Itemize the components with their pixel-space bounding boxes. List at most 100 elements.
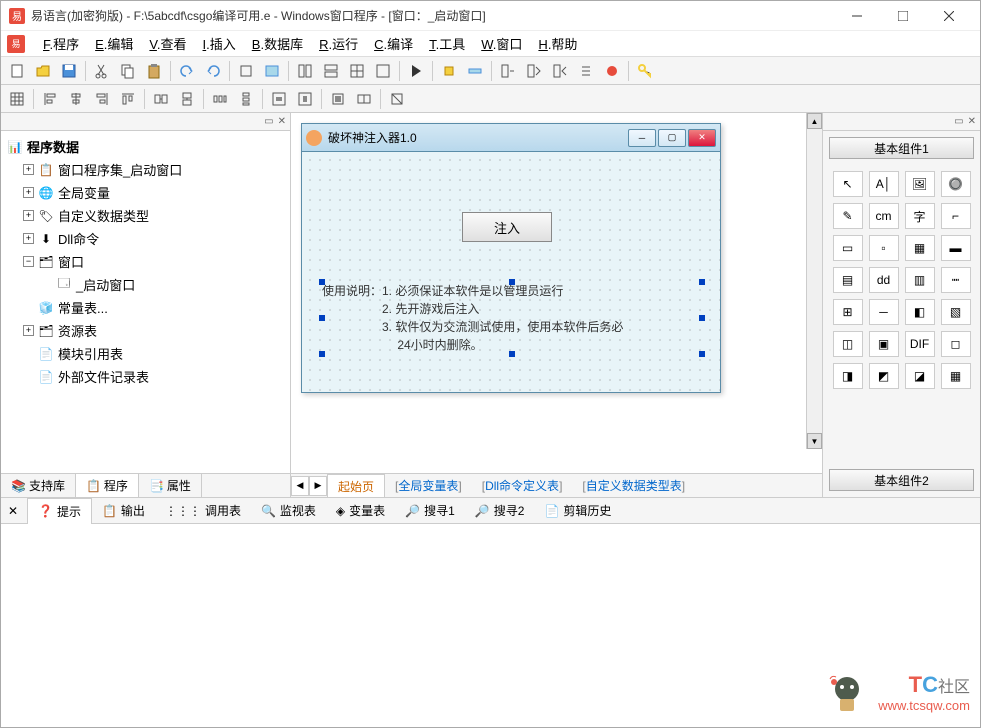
spacing-icon-1[interactable]	[208, 87, 232, 111]
selection-handle[interactable]	[509, 351, 515, 357]
selection-handle[interactable]	[699, 351, 705, 357]
tree-expand-icon[interactable]: +	[23, 233, 34, 244]
selection-handle[interactable]	[699, 315, 705, 321]
align-top-icon[interactable]	[116, 87, 140, 111]
resize-icon-2[interactable]	[175, 87, 199, 111]
tree-item[interactable]: +📋窗口程序集_启动窗口	[5, 158, 286, 181]
new-icon[interactable]	[5, 59, 29, 83]
run-icon[interactable]	[404, 59, 428, 83]
bottom-tab[interactable]: 📋输出	[92, 498, 155, 524]
selection-handle[interactable]	[319, 315, 325, 321]
component-button-13[interactable]: dd	[869, 267, 899, 293]
close-button[interactable]	[926, 1, 972, 31]
tree-expand-icon[interactable]: −	[23, 256, 34, 267]
tree-item[interactable]: +🗂资源表	[5, 319, 286, 342]
menu-e[interactable]: E.编辑	[87, 31, 141, 56]
step-icon-5[interactable]	[600, 59, 624, 83]
tree-expand-icon[interactable]: +	[23, 325, 34, 336]
component-button-21[interactable]: ▣	[869, 331, 899, 357]
selection-handle[interactable]	[509, 279, 515, 285]
tree-item[interactable]: 🗔_启动窗口	[5, 273, 286, 296]
component-button-3[interactable]: 🔘	[941, 171, 971, 197]
bottom-tab[interactable]: 🔍监视表	[251, 498, 326, 524]
grid-icon[interactable]	[5, 87, 29, 111]
panel-close-icon[interactable]: ✕	[968, 116, 976, 127]
step-icon-4[interactable]	[574, 59, 598, 83]
component-button-19[interactable]: ▧	[941, 299, 971, 325]
layout-icon-1[interactable]	[326, 87, 350, 111]
component-button-20[interactable]: ◫	[833, 331, 863, 357]
menu-w[interactable]: W.窗口	[473, 31, 530, 56]
project-tree[interactable]: 📊 程序数据 +📋窗口程序集_启动窗口+🌐全局变量+🏷自定义数据类型+⬇Dll命…	[1, 131, 290, 473]
component-button-25[interactable]: ◩	[869, 363, 899, 389]
spacing-icon-2[interactable]	[234, 87, 258, 111]
component-button-12[interactable]: ▤	[833, 267, 863, 293]
debug-icon-2[interactable]	[463, 59, 487, 83]
tree-item[interactable]: −🗂窗口	[5, 250, 286, 273]
step-icon-2[interactable]	[522, 59, 546, 83]
tree-item[interactable]: 📄外部文件记录表	[5, 365, 286, 388]
component-button-24[interactable]: ◨	[833, 363, 863, 389]
tree-item[interactable]: +⬇Dll命令	[5, 227, 286, 250]
usage-label[interactable]: 使用说明：1. 必须保证本软件是以管理员运行 2. 先开游戏后注入 3. 软件仅…	[322, 282, 702, 354]
bottom-tab[interactable]: 📄剪辑历史	[534, 498, 621, 524]
design-area[interactable]: 破坏神注入器1.0 ─ ▢ ✕ 注入 使用说明：1. 必须保证本软件是以管理员运…	[291, 113, 822, 473]
component-button-6[interactable]: 字	[905, 203, 935, 229]
tree-item[interactable]: 🧊常量表...	[5, 296, 286, 319]
form-body[interactable]: 注入 使用说明：1. 必须保证本软件是以管理员运行 2. 先开游戏后注入 3. …	[302, 152, 720, 392]
scroll-down-icon[interactable]: ▼	[807, 433, 822, 449]
scroll-up-icon[interactable]: ▲	[807, 113, 822, 129]
center-v-icon[interactable]	[293, 87, 317, 111]
component-button-7[interactable]: ⌐	[941, 203, 971, 229]
key-icon[interactable]	[633, 59, 657, 83]
left-tab[interactable]: 📋程序	[76, 474, 139, 497]
menu-t[interactable]: T.工具	[421, 31, 473, 56]
menu-r[interactable]: R.运行	[311, 31, 366, 56]
menu-f[interactable]: F.程序	[35, 31, 87, 56]
tab-prev-button[interactable]: ◀	[291, 476, 309, 496]
tree-item[interactable]: +🌐全局变量	[5, 181, 286, 204]
component-button-18[interactable]: ◧	[905, 299, 935, 325]
component-button-26[interactable]: ◪	[905, 363, 935, 389]
component-button-0[interactable]: ↖	[833, 171, 863, 197]
component-button-17[interactable]: ─	[869, 299, 899, 325]
resize-icon-1[interactable]	[149, 87, 173, 111]
component-button-2[interactable]: 🖼	[905, 171, 935, 197]
copy-icon[interactable]	[116, 59, 140, 83]
step-icon-3[interactable]	[548, 59, 572, 83]
component-button-4[interactable]: ✎	[833, 203, 863, 229]
component-button-14[interactable]: ▥	[905, 267, 935, 293]
output-area[interactable]: TC社区 www.tcsqw.com	[1, 524, 980, 727]
minimize-button[interactable]	[834, 1, 880, 31]
left-tab[interactable]: 📑属性	[139, 474, 202, 497]
component-button-9[interactable]: ▫	[869, 235, 899, 261]
tree-expand-icon[interactable]: +	[23, 187, 34, 198]
form-maximize-button[interactable]: ▢	[658, 129, 686, 147]
component-button-5[interactable]: cm	[869, 203, 899, 229]
menu-c[interactable]: C.编译	[366, 31, 421, 56]
panel-pin-icon[interactable]: ▭	[264, 116, 273, 127]
tree-expand-icon[interactable]: +	[23, 210, 34, 221]
layout-icon-2[interactable]	[352, 87, 376, 111]
window-icon-1[interactable]	[293, 59, 317, 83]
menu-h[interactable]: H.帮助	[530, 31, 585, 56]
component-button-27[interactable]: ▦	[941, 363, 971, 389]
component-button-8[interactable]: ▭	[833, 235, 863, 261]
center-tab[interactable]: 自定义数据类型表	[572, 474, 695, 498]
undo-icon[interactable]	[175, 59, 199, 83]
center-h-icon[interactable]	[267, 87, 291, 111]
panel-pin-icon[interactable]: ▭	[954, 116, 963, 127]
center-tab[interactable]: 起始页	[327, 474, 385, 498]
bottom-close-icon[interactable]: ✕	[5, 503, 21, 519]
window-icon-4[interactable]	[371, 59, 395, 83]
tree-root[interactable]: 📊 程序数据	[5, 135, 286, 158]
form-close-button[interactable]: ✕	[688, 129, 716, 147]
open-icon[interactable]	[31, 59, 55, 83]
bottom-tab[interactable]: ◈变量表	[326, 498, 395, 524]
component-button-10[interactable]: ▦	[905, 235, 935, 261]
step-icon-1[interactable]	[496, 59, 520, 83]
debug-icon-1[interactable]	[437, 59, 461, 83]
component-button-23[interactable]: ◻	[941, 331, 971, 357]
selection-handle[interactable]	[319, 279, 325, 285]
bottom-tab[interactable]: ⋮⋮⋮调用表	[155, 498, 251, 524]
